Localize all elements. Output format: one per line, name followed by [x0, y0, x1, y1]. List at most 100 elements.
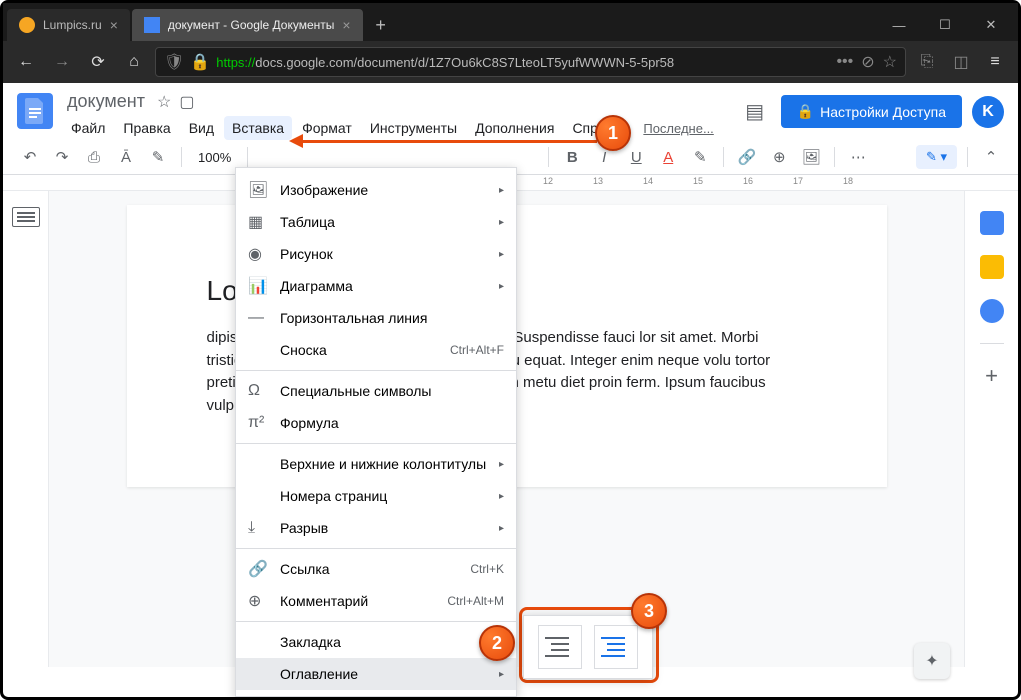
comment-icon: ⊕ [248, 591, 268, 611]
annotation-badge-3: 3 [631, 593, 667, 629]
insert-image-button[interactable]: 🖼 [798, 144, 824, 170]
home-button[interactable]: ⌂ [119, 47, 149, 77]
explore-button[interactable]: ✦ [914, 643, 950, 679]
editing-mode-button[interactable]: ✎ ▾ [916, 145, 957, 169]
ruler-tick: 16 [743, 176, 753, 186]
chevron-right-icon: ▸ [499, 249, 504, 260]
new-tab-button[interactable]: + [369, 13, 393, 37]
annotation-badge-2: 2 [479, 625, 515, 661]
menu-item-table[interactable]: ▦Таблица▸ [236, 206, 516, 238]
tab-label: Lumpics.ru [43, 18, 102, 32]
menu-view[interactable]: Вид [181, 116, 222, 140]
insert-menu-dropdown: 🖼Изображение▸ ▦Таблица▸ ◉Рисунок▸ 📊Диагр… [235, 167, 517, 697]
undo-button[interactable]: ↶ [17, 144, 43, 170]
docs-logo-icon[interactable] [17, 93, 53, 129]
outline-toggle-icon[interactable] [12, 207, 40, 227]
menu-edit[interactable]: Правка [115, 116, 178, 140]
browser-tab-lumpics[interactable]: Lumpics.ru × [7, 9, 130, 41]
pi-icon: π² [248, 414, 268, 432]
menu-icon[interactable]: ≡ [980, 47, 1010, 77]
document-title[interactable]: документ [63, 89, 149, 114]
menu-item-equation[interactable]: π²Формула [236, 407, 516, 439]
menu-item-page-numbers[interactable]: Номера страниц▸ [236, 480, 516, 512]
bold-button[interactable]: B [559, 144, 585, 170]
menu-item-toc[interactable]: Оглавление▸ [236, 658, 516, 690]
close-tab-icon[interactable]: × [110, 17, 118, 33]
tasks-icon[interactable] [980, 299, 1004, 323]
insert-link-button[interactable]: 🔗 [734, 144, 760, 170]
menu-item-special-chars[interactable]: ΩСпециальные символы [236, 375, 516, 407]
menu-item-comment[interactable]: ⊕КомментарийCtrl+Alt+M [236, 585, 516, 617]
chevron-right-icon: ▸ [499, 185, 504, 196]
zoom-select[interactable]: 100% [192, 146, 237, 169]
break-icon: ⤓ [248, 519, 268, 537]
toc-with-links[interactable] [594, 625, 638, 669]
maximize-button[interactable]: ☐ [922, 9, 968, 41]
browser-tab-strip: Lumpics.ru × документ - Google Документы… [3, 3, 1018, 41]
chevron-right-icon: ▸ [499, 217, 504, 228]
menu-item-drawing[interactable]: ◉Рисунок▸ [236, 238, 516, 270]
move-icon[interactable]: ▢ [179, 92, 194, 112]
sidebar-icon[interactable]: ◫ [946, 47, 976, 77]
menu-insert[interactable]: Вставка [224, 116, 292, 140]
outline-panel [3, 191, 49, 667]
menu-item-hr[interactable]: —Горизонтальная линия [236, 302, 516, 334]
print-button[interactable]: ⎙ [81, 144, 107, 170]
shortcut-label: Ctrl+Alt+F [450, 343, 504, 357]
back-button[interactable]: ← [11, 47, 41, 77]
more-button[interactable]: ⋯ [845, 144, 871, 170]
paint-format-button[interactable]: ✎ [145, 144, 171, 170]
url-overflow[interactable]: ••• [836, 53, 853, 71]
toc-with-page-numbers[interactable] [538, 625, 582, 669]
keep-icon[interactable] [980, 255, 1004, 279]
hr-icon: — [248, 309, 268, 327]
menu-item-break[interactable]: ⤓Разрыв▸ [236, 512, 516, 544]
text-color-button[interactable]: A [655, 144, 681, 170]
minimize-button[interactable]: — [876, 9, 922, 41]
star-icon[interactable]: ☆ [157, 92, 171, 112]
drawing-icon: ◉ [248, 244, 268, 264]
spellcheck-button[interactable]: Ā [113, 144, 139, 170]
reload-button[interactable]: ⟳ [83, 47, 113, 77]
share-button[interactable]: 🔒 Настройки Доступа [781, 95, 962, 128]
menu-file[interactable]: Файл [63, 116, 113, 140]
browser-tab-docs[interactable]: документ - Google Документы × [132, 9, 363, 41]
menu-item-footnote[interactable]: СноскаCtrl+Alt+F [236, 334, 516, 366]
add-addon-icon[interactable]: + [980, 364, 1004, 388]
address-field[interactable]: 🛡 🔒 https://docs.google.com/document/d/1… [155, 47, 906, 77]
close-tab-icon[interactable]: × [342, 17, 350, 33]
shortcut-label: Ctrl+K [470, 562, 504, 576]
redo-button[interactable]: ↷ [49, 144, 75, 170]
menu-item-chart[interactable]: 📊Диаграмма▸ [236, 270, 516, 302]
avatar[interactable]: K [972, 96, 1004, 128]
menu-item-headers-footers[interactable]: Верхние и нижние колонтитулы▸ [236, 448, 516, 480]
chart-icon: 📊 [248, 276, 268, 296]
forward-button[interactable]: → [47, 47, 77, 77]
menu-format[interactable]: Формат [294, 116, 360, 140]
table-icon: ▦ [248, 212, 268, 232]
ruler-tick: 18 [843, 176, 853, 186]
menu-item-bookmark[interactable]: Закладка [236, 626, 516, 658]
close-window-button[interactable]: ✕ [968, 9, 1014, 41]
menu-item-link[interactable]: 🔗СсылкаCtrl+K [236, 553, 516, 585]
link-icon: 🔗 [248, 559, 268, 579]
insert-comment-button[interactable]: ⊕ [766, 144, 792, 170]
reader-icon[interactable]: ⊘ [861, 52, 874, 72]
window-controls: — ☐ ✕ [876, 9, 1014, 41]
ruler-tick: 13 [593, 176, 603, 186]
shortcut-label: Ctrl+Alt+M [447, 594, 504, 608]
bookmark-icon[interactable]: ☆ [883, 52, 897, 72]
expand-button[interactable]: ⌃ [978, 144, 1004, 170]
calendar-icon[interactable] [980, 211, 1004, 235]
highlight-button[interactable]: ✎ [687, 144, 713, 170]
menu-addons[interactable]: Дополнения [467, 116, 562, 140]
toc-submenu [523, 615, 653, 679]
share-label: Настройки Доступа [820, 104, 946, 120]
underline-button[interactable]: U [623, 144, 649, 170]
ruler-tick: 12 [543, 176, 553, 186]
comments-icon[interactable]: ▤ [739, 96, 771, 128]
last-edit-link[interactable]: Последне... [643, 121, 713, 136]
menu-tools[interactable]: Инструменты [362, 116, 465, 140]
library-icon[interactable]: ⎘ [912, 47, 942, 77]
menu-item-image[interactable]: 🖼Изображение▸ [236, 174, 516, 206]
